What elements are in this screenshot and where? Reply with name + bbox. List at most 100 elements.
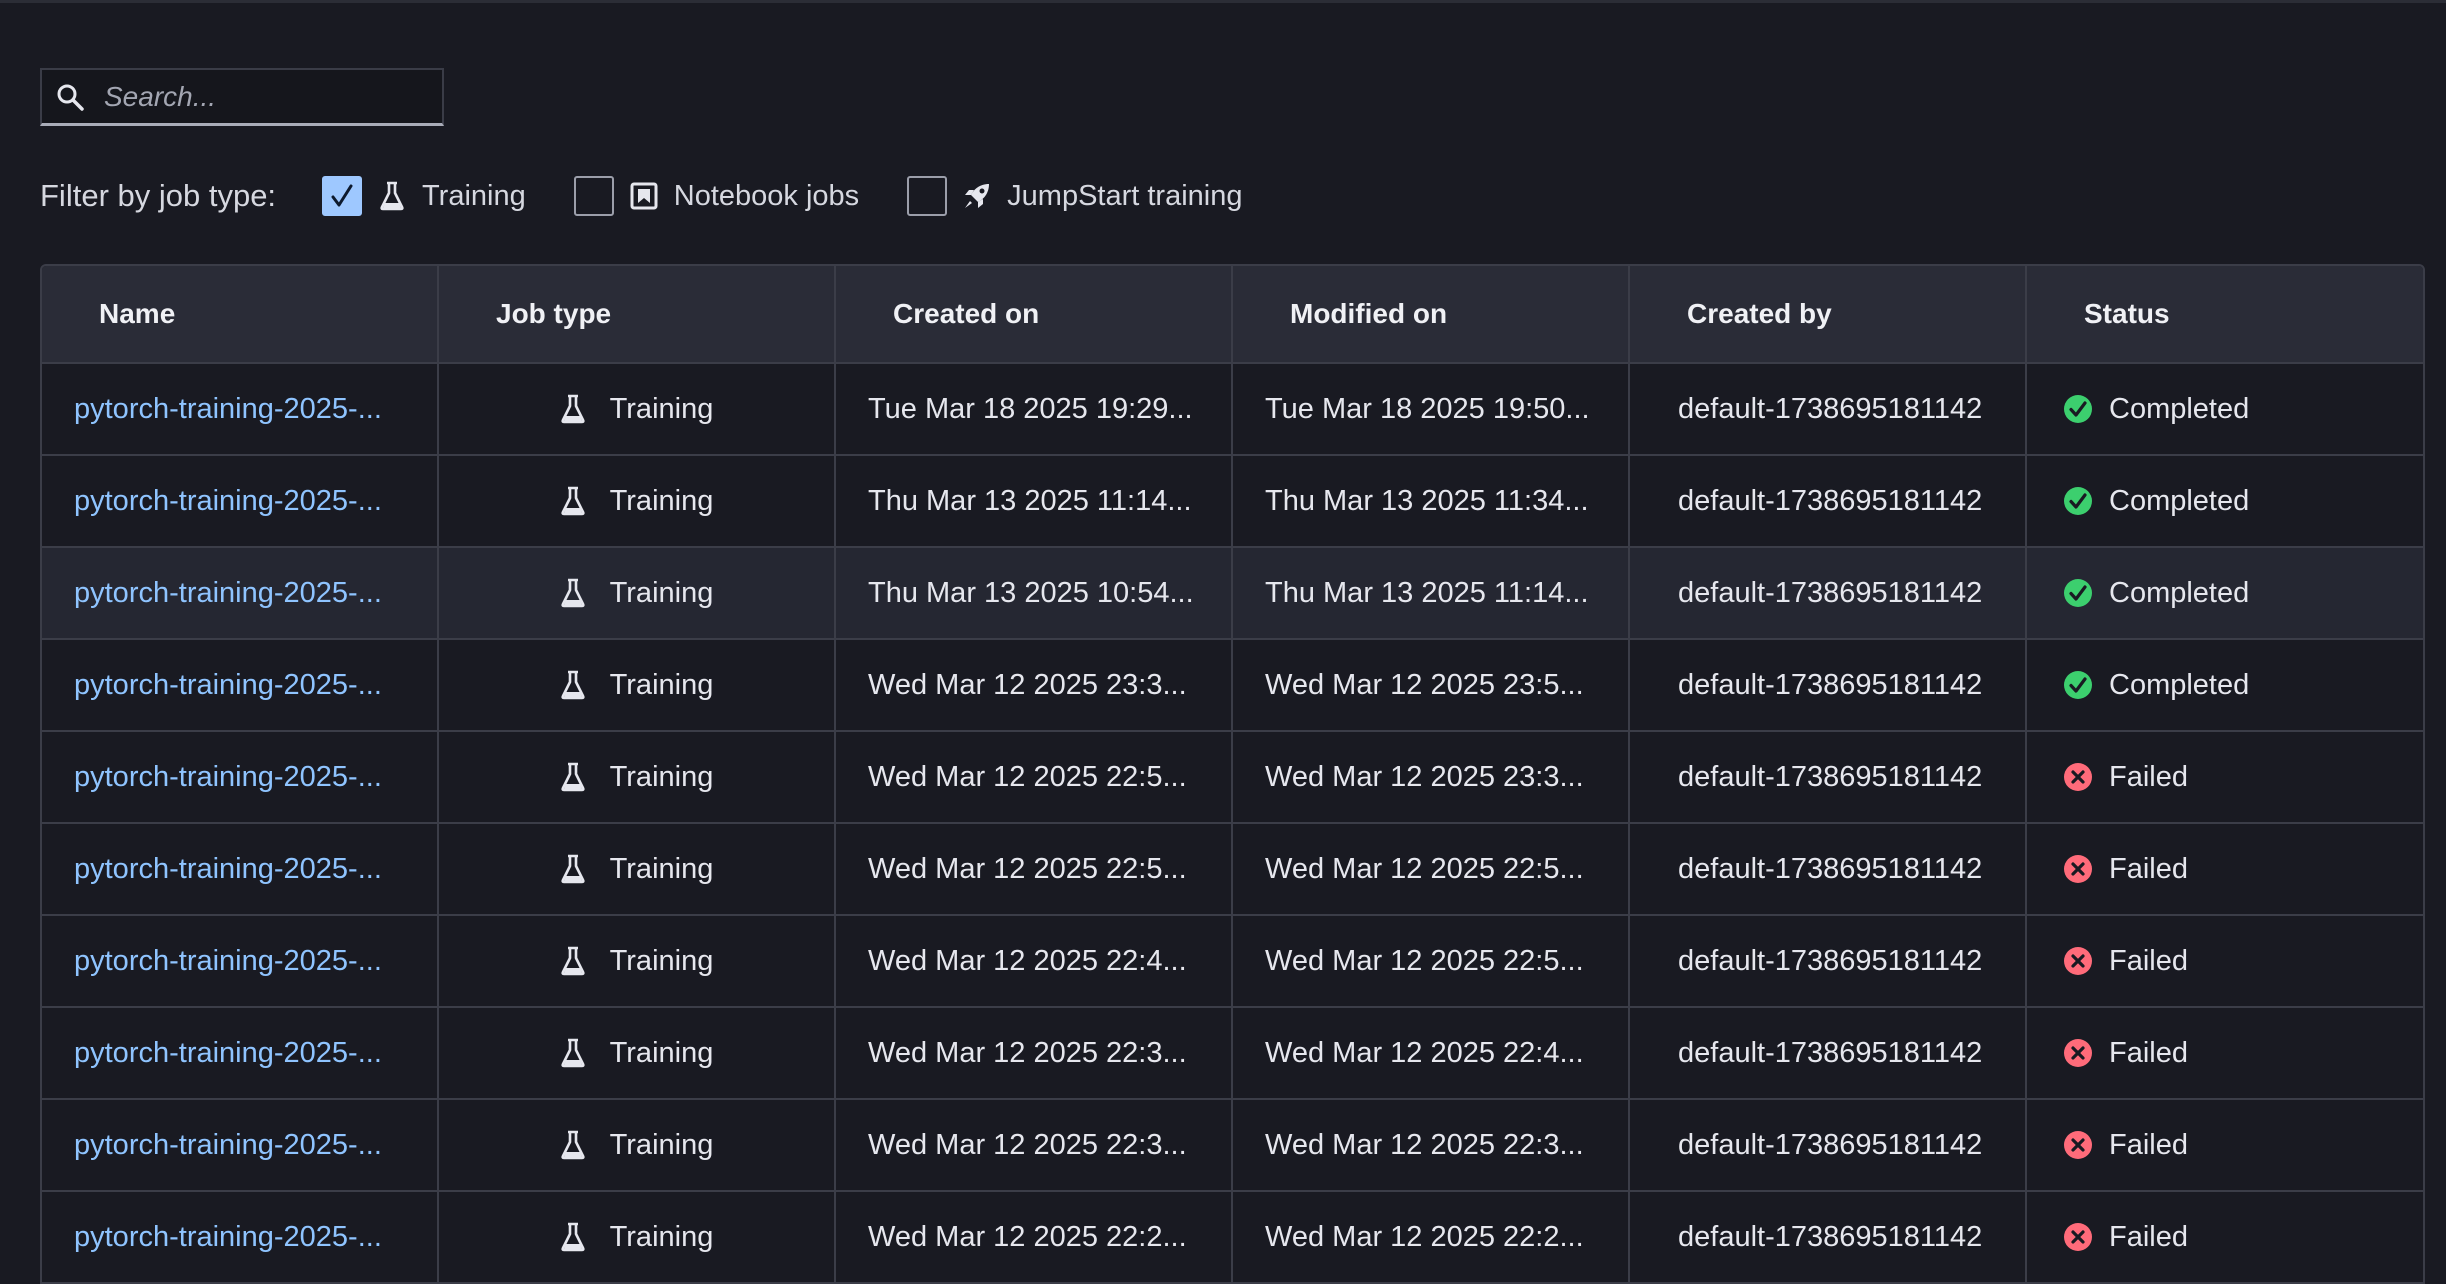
training-jobs-table: Name Job type Created on Modified on Cre… [40, 264, 2425, 1284]
flask-icon [376, 180, 408, 212]
table-row[interactable]: pytorch-training-2025-... Training Tue Mar… [42, 362, 2423, 454]
error-circle-icon [2063, 945, 2095, 977]
job-type-cell: Training [439, 732, 836, 822]
status-label: Completed [2109, 668, 2250, 701]
training-checkbox[interactable] [322, 176, 363, 216]
created-on-cell: Wed Mar 12 2025 22:5... [836, 732, 1233, 822]
flask-icon [560, 946, 590, 976]
column-header-job-type[interactable]: Job type [439, 266, 836, 362]
created-by-cell: default-1738695181142 [1630, 640, 2027, 730]
jumpstart-training-checkbox[interactable] [907, 176, 948, 216]
table-row[interactable]: pytorch-training-2025-... Training Thu Mar… [42, 454, 2423, 546]
column-header-modified-on[interactable]: Modified on [1233, 266, 1630, 362]
status-cell: Completed [2027, 548, 2423, 638]
job-name-link[interactable]: pytorch-training-2025-... [42, 916, 439, 1006]
job-type-cell: Training [439, 824, 836, 914]
status-label: Completed [2109, 484, 2250, 517]
modified-on-cell: Wed Mar 12 2025 23:5... [1233, 640, 1630, 730]
table-row[interactable]: pytorch-training-2025-... Training Wed Mar… [42, 1006, 2423, 1098]
modified-on-cell: Wed Mar 12 2025 22:2... [1233, 1192, 1630, 1282]
status-cell: Failed [2027, 1192, 2423, 1282]
job-type-label: Training [609, 484, 714, 517]
column-header-status[interactable]: Status [2027, 266, 2423, 362]
search-box[interactable] [40, 68, 444, 126]
job-type-label: Training [609, 668, 714, 701]
job-name-link[interactable]: pytorch-training-2025-... [42, 732, 439, 822]
created-by-cell: default-1738695181142 [1630, 1192, 2027, 1282]
created-by-cell: default-1738695181142 [1630, 456, 2027, 546]
created-by-cell: default-1738695181142 [1630, 364, 2027, 454]
flask-icon [560, 578, 590, 608]
status-cell: Completed [2027, 456, 2423, 546]
filter-option-jumpstart-training[interactable]: JumpStart training [907, 176, 1242, 216]
job-type-label: Training [609, 1036, 714, 1069]
created-on-cell: Wed Mar 12 2025 22:2... [836, 1192, 1233, 1282]
table-row[interactable]: pytorch-training-2025-... Training Wed Mar… [42, 1098, 2423, 1190]
status-cell: Completed [2027, 640, 2423, 730]
notebook-jobs-checkbox[interactable] [573, 176, 614, 216]
error-circle-icon [2063, 853, 2095, 885]
created-by-cell: default-1738695181142 [1630, 916, 2027, 1006]
error-circle-icon [2063, 1221, 2095, 1253]
rocket-icon [961, 180, 993, 212]
created-by-cell: default-1738695181142 [1630, 732, 2027, 822]
filter-option-notebook-jobs[interactable]: Notebook jobs [573, 176, 860, 216]
job-name-link[interactable]: pytorch-training-2025-... [42, 1008, 439, 1098]
top-divider [0, 0, 2446, 3]
modified-on-cell: Thu Mar 13 2025 11:34... [1233, 456, 1630, 546]
job-type-cell: Training [439, 1008, 836, 1098]
modified-on-cell: Wed Mar 12 2025 23:3... [1233, 732, 1630, 822]
status-label: Completed [2109, 576, 2250, 609]
column-header-created-by[interactable]: Created by [1630, 266, 2027, 362]
status-label: Failed [2109, 760, 2188, 793]
modified-on-cell: Thu Mar 13 2025 11:14... [1233, 548, 1630, 638]
status-cell: Failed [2027, 824, 2423, 914]
job-type-label: Training [609, 944, 714, 977]
status-cell: Failed [2027, 1008, 2423, 1098]
job-type-cell: Training [439, 364, 836, 454]
status-label: Failed [2109, 1220, 2188, 1253]
job-type-cell: Training [439, 1100, 836, 1190]
status-label: Completed [2109, 392, 2250, 425]
search-input[interactable] [102, 79, 426, 114]
job-name-link[interactable]: pytorch-training-2025-... [42, 548, 439, 638]
flask-icon [560, 1222, 590, 1252]
created-on-cell: Tue Mar 18 2025 19:29... [836, 364, 1233, 454]
table-row[interactable]: pytorch-training-2025-... Training Thu Mar… [42, 546, 2423, 638]
created-on-cell: Thu Mar 13 2025 11:14... [836, 456, 1233, 546]
check-circle-icon [2063, 485, 2095, 517]
notebook-jobs-filter-label: Notebook jobs [673, 179, 860, 212]
table-header: Name Job type Created on Modified on Cre… [42, 266, 2423, 362]
job-name-link[interactable]: pytorch-training-2025-... [42, 1192, 439, 1282]
modified-on-cell: Wed Mar 12 2025 22:4... [1233, 1008, 1630, 1098]
status-cell: Failed [2027, 732, 2423, 822]
status-cell: Completed [2027, 364, 2423, 454]
job-name-link[interactable]: pytorch-training-2025-... [42, 824, 439, 914]
column-header-name[interactable]: Name [42, 266, 439, 362]
column-header-created-on[interactable]: Created on [836, 266, 1233, 362]
table-row[interactable]: pytorch-training-2025-... Training Wed Mar… [42, 638, 2423, 730]
status-label: Failed [2109, 944, 2188, 977]
job-name-link[interactable]: pytorch-training-2025-... [42, 640, 439, 730]
job-name-link[interactable]: pytorch-training-2025-... [42, 456, 439, 546]
flask-icon [560, 1130, 590, 1160]
job-type-label: Training [609, 852, 714, 885]
table-row[interactable]: pytorch-training-2025-... Training Wed Mar… [42, 730, 2423, 822]
job-type-label: Training [609, 1128, 714, 1161]
job-name-link[interactable]: pytorch-training-2025-... [42, 364, 439, 454]
job-type-label: Training [609, 760, 714, 793]
modified-on-cell: Wed Mar 12 2025 22:3... [1233, 1100, 1630, 1190]
job-type-cell: Training [439, 548, 836, 638]
table-row[interactable]: pytorch-training-2025-... Training Wed Mar… [42, 914, 2423, 1006]
error-circle-icon [2063, 761, 2095, 793]
notebook-icon [628, 180, 660, 212]
job-type-cell: Training [439, 1192, 836, 1282]
table-row[interactable]: pytorch-training-2025-... Training Wed Mar… [42, 1190, 2423, 1282]
table-row[interactable]: pytorch-training-2025-... Training Wed Mar… [42, 822, 2423, 914]
modified-on-cell: Tue Mar 18 2025 19:50... [1233, 364, 1630, 454]
status-cell: Failed [2027, 1100, 2423, 1190]
search-icon [56, 82, 86, 112]
filter-option-training[interactable]: Training [322, 176, 526, 216]
job-name-link[interactable]: pytorch-training-2025-... [42, 1100, 439, 1190]
status-label: Failed [2109, 1128, 2188, 1161]
